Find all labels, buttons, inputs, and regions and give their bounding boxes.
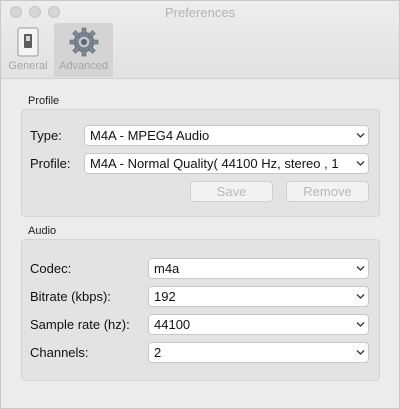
codec-select[interactable]: m4a xyxy=(148,258,369,279)
preferences-window: Preferences General Advanced Profile Typ… xyxy=(0,0,400,409)
toolbar-general-label: General xyxy=(8,60,48,72)
channels-label: Channels: xyxy=(30,345,89,360)
bitrate-label: Bitrate (kbps): xyxy=(30,289,111,304)
chevron-down-icon xyxy=(356,322,365,327)
toolbar-general-tab[interactable]: General xyxy=(5,23,51,77)
bitrate-select[interactable]: 192 xyxy=(148,286,369,307)
profile-label: Profile: xyxy=(30,156,71,171)
chevron-down-icon xyxy=(356,350,365,355)
toolbar-advanced-label: Advanced xyxy=(59,60,108,72)
profile-select[interactable]: M4A - Normal Quality( 44100 Hz, stereo ,… xyxy=(84,153,369,174)
sample-rate-value: 44100 xyxy=(154,317,191,332)
remove-button[interactable]: Remove xyxy=(286,181,369,202)
type-value: M4A - MPEG4 Audio xyxy=(90,128,210,143)
audio-group: Codec: m4a Bitrate (kbps): 192 Sample ra… xyxy=(21,239,380,381)
type-label: Type: xyxy=(30,128,62,143)
sample-rate-label: Sample rate (hz): xyxy=(30,317,130,332)
chevron-down-icon xyxy=(356,133,365,138)
codec-value: m4a xyxy=(154,261,180,276)
profile-section-label: Profile xyxy=(28,95,60,107)
channels-select[interactable]: 2 xyxy=(148,342,369,363)
chevron-down-icon xyxy=(356,161,365,166)
bitrate-value: 192 xyxy=(154,289,176,304)
title-bar: Preferences General Advanced xyxy=(1,1,399,79)
type-select[interactable]: M4A - MPEG4 Audio xyxy=(84,125,369,146)
channels-value: 2 xyxy=(154,345,162,360)
chevron-down-icon xyxy=(356,266,365,271)
codec-label: Codec: xyxy=(30,261,72,276)
gear-icon xyxy=(69,27,98,57)
sample-rate-select[interactable]: 44100 xyxy=(148,314,369,335)
save-button[interactable]: Save xyxy=(190,181,273,202)
audio-section-label: Audio xyxy=(28,225,57,237)
profile-value: M4A - Normal Quality( 44100 Hz, stereo ,… xyxy=(90,156,339,171)
toolbar-advanced-tab[interactable]: Advanced xyxy=(54,23,113,77)
light-switch-icon xyxy=(17,27,39,57)
window-title: Preferences xyxy=(164,5,236,20)
chevron-down-icon xyxy=(356,294,365,299)
profile-group: Type: M4A - MPEG4 Audio Profile: M4A - N… xyxy=(21,109,380,217)
